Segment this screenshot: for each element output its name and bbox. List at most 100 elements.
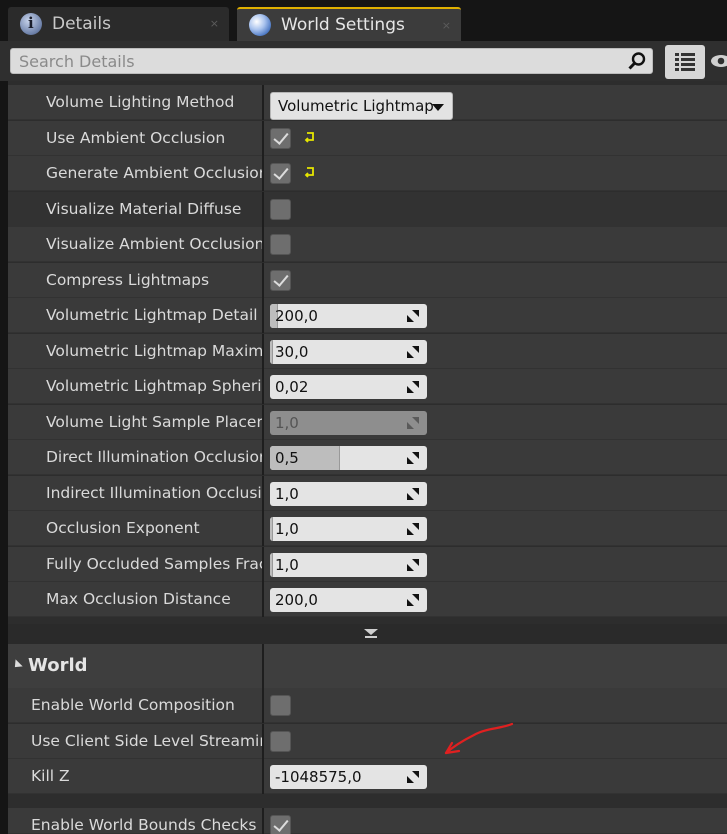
view-options-button[interactable] [665,45,705,79]
column-splitter[interactable] [262,369,264,404]
numeric-input[interactable]: 1,0 [270,517,427,541]
property-label: Volumetric Lightmap Maximum Brick Memory… [46,341,262,360]
column-splitter[interactable] [262,808,264,834]
property-dropdown[interactable]: Volumetric Lightmap [270,92,453,120]
column-splitter[interactable] [262,511,264,546]
property-row: Kill Z -1048575,0 [8,759,727,794]
column-splitter[interactable] [262,85,264,120]
numeric-value: 200,0 [275,591,318,609]
property-label: Direct Illumination Occlusion Fraction [46,448,262,466]
search-placeholder: Search Details [19,52,135,71]
property-label: Volume Light Sample Placement Scale [46,412,262,431]
property-label: Fully Occluded Samples Fraction [46,554,262,573]
property-row: Fully Occluded Samples Fraction 1,0 [8,546,727,582]
slider-fill [270,339,273,364]
numeric-value: 30,0 [275,342,309,361]
column-splitter[interactable] [262,440,264,475]
numeric-value: 1,0 [275,555,299,574]
chevron-down-icon [364,629,378,638]
list-icon [675,53,695,71]
drag-handle-icon [407,487,419,500]
column-splitter[interactable] [262,475,264,511]
property-row: Volume Lighting Method Volumetric Lightma… [8,85,727,120]
property-row: Use Ambient Occlusion [8,120,727,156]
drag-handle-icon [407,771,419,783]
property-label: Generate Ambient Occlusion Material Mask [46,164,262,182]
column-splitter[interactable] [262,120,264,156]
numeric-input[interactable]: 30,0 [270,339,427,364]
property-checkbox[interactable] [270,815,291,834]
advanced-expander[interactable] [8,624,727,644]
eye-icon[interactable] [710,54,727,68]
column-splitter[interactable] [262,227,264,262]
numeric-value: 1,0 [275,484,299,503]
property-row: Direct Illumination Occlusion Fraction 0,… [8,440,727,475]
property-label: Volumetric Lightmap Spherical Harmonic S… [46,377,262,395]
property-row: Volumetric Lightmap Spherical Harmonic S… [8,369,727,404]
numeric-input[interactable]: -1048575,0 [270,765,427,789]
drag-handle-icon [407,523,419,535]
globe-icon [249,14,271,36]
column-splitter[interactable] [262,262,264,298]
column-splitter[interactable] [262,191,264,227]
numeric-input[interactable]: 200,0 [270,304,427,328]
column-splitter[interactable] [262,156,264,191]
property-row: Generate Ambient Occlusion Material Mask [8,156,727,191]
column-splitter[interactable] [262,688,264,723]
search-input[interactable]: Search Details [10,48,653,74]
numeric-value: 0,02 [275,378,309,396]
column-splitter[interactable] [262,333,264,369]
property-row: Indirect Illumination Occlusion Fraction… [8,475,727,511]
numeric-input[interactable]: 1,0 [270,552,427,577]
tab-details[interactable]: Details × [8,7,229,41]
property-row: Compress Lightmaps [8,262,727,298]
property-checkbox[interactable] [270,234,291,255]
column-splitter[interactable] [262,582,264,617]
property-checkbox[interactable] [270,269,291,291]
property-label: Enable World Bounds Checks [31,816,257,834]
property-row: Use Client Side Level Streaming Volumes [8,723,727,759]
category-world[interactable]: World [8,644,727,688]
property-row: Occlusion Exponent 1,0 [8,511,727,546]
property-checkbox[interactable] [270,198,291,220]
caret-down-icon [432,104,444,111]
drag-handle-icon [407,345,419,358]
property-checkbox[interactable] [270,127,291,149]
numeric-value: -1048575,0 [275,768,362,786]
property-row: Volumetric Lightmap Maximum Brick Memory… [8,333,727,369]
column-splitter[interactable] [262,298,264,333]
column-splitter[interactable] [262,644,264,688]
property-checkbox[interactable] [270,163,291,184]
property-label: Max Occlusion Distance [46,590,231,608]
reset-to-default-icon[interactable] [304,166,316,178]
close-icon[interactable]: × [442,19,451,32]
tab-bar: Details × World Settings × [0,0,727,41]
numeric-input[interactable]: 0,5 [270,446,427,470]
reset-to-default-icon[interactable] [304,131,316,143]
details-panel: Volume Lighting Method Volumetric Lightma… [8,81,727,834]
column-splitter[interactable] [262,546,264,582]
column-splitter[interactable] [262,759,264,794]
numeric-input: 1,0 [270,410,427,435]
property-label: Indirect Illumination Occlusion Fraction [46,483,262,502]
search-icon[interactable] [628,52,646,70]
numeric-input[interactable]: 0,02 [270,375,427,399]
tab-world-settings[interactable]: World Settings × [237,7,461,41]
slider-fill [270,552,273,577]
search-row: Search Details [0,41,727,81]
close-icon[interactable]: × [210,17,219,30]
tab-details-label: Details [52,14,111,34]
property-checkbox[interactable] [270,695,291,716]
numeric-input[interactable]: 1,0 [270,481,427,506]
property-label: Volumetric Lightmap Detail Cell Size [46,306,262,324]
numeric-input[interactable]: 200,0 [270,588,427,612]
expand-arrow-icon [11,659,23,671]
drag-handle-icon [407,594,419,606]
property-label: Kill Z [31,767,70,785]
property-label: Volume Lighting Method [46,93,235,111]
column-splitter[interactable] [262,723,264,759]
property-checkbox[interactable] [270,730,291,752]
column-splitter[interactable] [262,404,264,440]
property-row: Visualize Ambient Occlusion [8,227,727,262]
category-title: World [28,655,88,676]
